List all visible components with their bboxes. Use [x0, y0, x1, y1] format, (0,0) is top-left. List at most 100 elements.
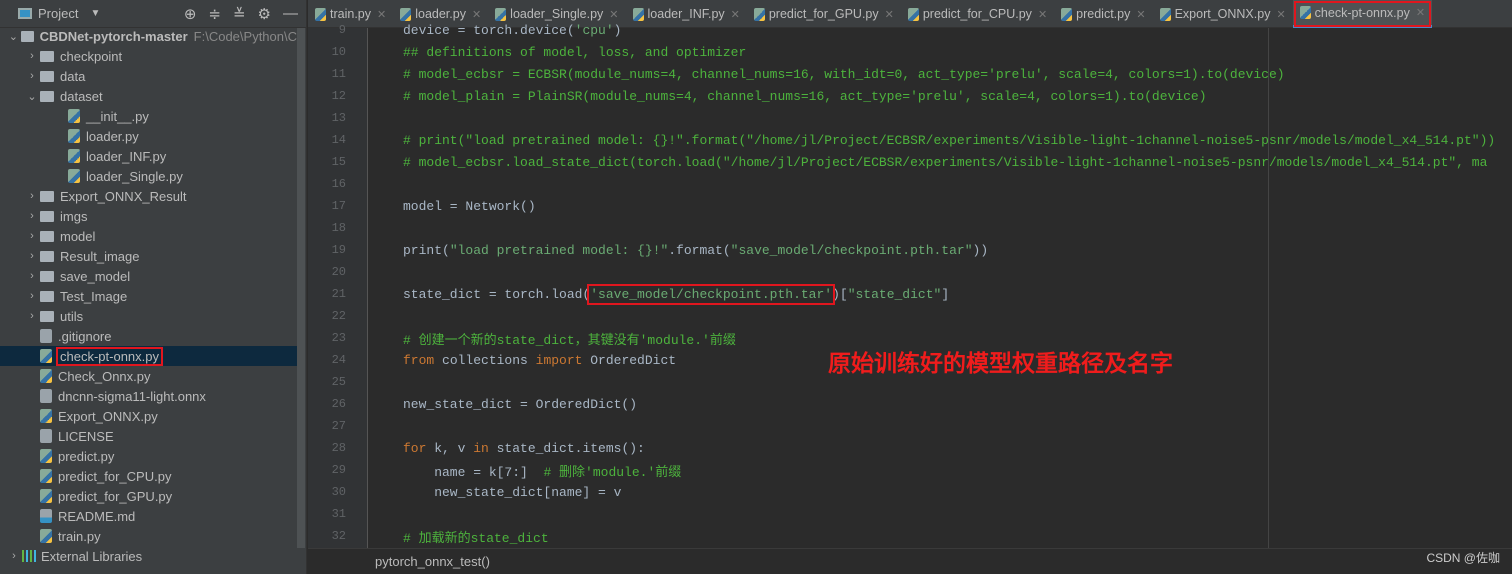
tree-item-label: __init__.py: [86, 108, 149, 124]
chevron-right-icon[interactable]: ›: [6, 550, 22, 562]
code-token: "state_dict": [847, 286, 942, 302]
code-text: # model_plain = PlainSR(module_nums=4, c…: [403, 89, 1207, 104]
folder-icon: [40, 190, 54, 202]
tree-item[interactable]: predict_for_CPU.py: [0, 466, 297, 486]
external-libraries[interactable]: › External Libraries: [0, 546, 297, 566]
tree-root[interactable]: ⌄ CBDNet-pytorch-master F:\Code\Python\C: [0, 26, 297, 46]
project-view-selector[interactable]: Project: [38, 6, 78, 21]
code-token: # 创建一个新的state_dict，其键没有'module.'前缀: [403, 332, 736, 348]
tree-item[interactable]: Export_ONNX.py: [0, 406, 297, 426]
chevron-down-icon[interactable]: ▼: [90, 8, 100, 19]
tree-item[interactable]: › data: [0, 66, 297, 86]
tree-item[interactable]: loader.py: [0, 126, 297, 146]
code-text: ## definitions of model, loss, and optim…: [403, 45, 746, 60]
locate-icon[interactable]: ⊕: [184, 5, 197, 23]
tree-item[interactable]: › imgs: [0, 206, 297, 226]
tree-item[interactable]: › utils: [0, 306, 297, 326]
tree-item[interactable]: › Result_image: [0, 246, 297, 266]
code-text: # 加载新的state_dict: [403, 527, 549, 546]
folder-icon: [20, 30, 34, 42]
code-line: 12 # model_plain = PlainSR(module_nums=4,…: [308, 85, 1512, 107]
minimize-icon[interactable]: —: [283, 5, 298, 23]
tree-item[interactable]: loader_INF.py: [0, 146, 297, 166]
code-token: ): [613, 22, 622, 38]
code-text: from collections import OrderedDict: [403, 353, 676, 368]
tree-item-label: predict.py: [58, 448, 115, 464]
line-number: 24: [331, 353, 346, 367]
code-line: 14 # print("load pretrained model: {}!".f…: [308, 129, 1512, 151]
folder-icon: [40, 70, 54, 82]
code-line: 10 ## definitions of model, loss, and opt…: [308, 41, 1512, 63]
project-root-name: CBDNet-pytorch-master: [39, 28, 188, 44]
chevron-right-icon[interactable]: ›: [24, 310, 40, 322]
chevron-right-icon[interactable]: ›: [24, 290, 40, 302]
folder-icon: [40, 250, 54, 262]
chevron-right-icon[interactable]: ›: [24, 270, 40, 282]
tree-item[interactable]: __init__.py: [0, 106, 297, 126]
sidebar-scrollbar[interactable]: [297, 28, 305, 548]
tree-item[interactable]: › model: [0, 226, 297, 246]
expand-all-icon[interactable]: ≑: [208, 5, 221, 23]
code-token: import: [535, 352, 583, 368]
code-text: # print("load pretrained model: {}!".for…: [403, 133, 1495, 148]
tree-item[interactable]: › Export_ONNX_Result: [0, 186, 297, 206]
code-line: 17 model = Network(): [308, 195, 1512, 217]
tree-item[interactable]: › Test_Image: [0, 286, 297, 306]
tree-item[interactable]: Check_Onnx.py: [0, 366, 297, 386]
code-text: # model_ecbsr.load_state_dict(torch.load…: [403, 155, 1487, 170]
close-icon[interactable]: ✕: [1416, 6, 1425, 19]
tree-item[interactable]: train.py: [0, 526, 297, 546]
chevron-right-icon[interactable]: ›: [24, 190, 40, 202]
breadcrumb-function[interactable]: pytorch_onnx_test(): [375, 554, 490, 569]
chevron-right-icon[interactable]: ›: [24, 70, 40, 82]
code-token: ## definitions of model, loss, and optim…: [403, 44, 747, 60]
folder-icon: [40, 230, 54, 242]
tree-item[interactable]: dncnn-sigma11-light.onnx: [0, 386, 297, 406]
tree-item[interactable]: › checkpoint: [0, 46, 297, 66]
tree-item-label: loader_Single.py: [86, 168, 183, 184]
code-token: # 加载新的state_dict: [403, 530, 549, 546]
chevron-down-icon[interactable]: ⌄: [6, 30, 21, 43]
file-icon: [40, 329, 52, 343]
code-line: 11 # model_ecbsr = ECBSR(module_nums=4, c…: [308, 63, 1512, 85]
chevron-right-icon[interactable]: ›: [24, 210, 40, 222]
code-token: # model_plain = PlainSR(module_nums=4, c…: [403, 88, 1207, 104]
project-view-icon: [18, 8, 32, 19]
watermark: CSDN @佐咖: [1426, 551, 1500, 565]
tree-item-label: check-pt-onnx.py: [56, 346, 163, 366]
tree-item[interactable]: README.md: [0, 506, 297, 526]
tree-item[interactable]: .gitignore: [0, 326, 297, 346]
tree-item[interactable]: loader_Single.py: [0, 166, 297, 186]
code-text: for k, v in state_dict.items():: [403, 441, 645, 456]
line-number: 29: [331, 463, 346, 477]
tree-item-label: imgs: [60, 208, 88, 224]
tree-item[interactable]: predict_for_GPU.py: [0, 486, 297, 506]
tree-item[interactable]: check-pt-onnx.py: [0, 346, 297, 366]
collapse-all-icon[interactable]: ≚: [233, 5, 246, 23]
chevron-right-icon[interactable]: ›: [24, 250, 40, 262]
code-editor[interactable]: 9 device = torch.device('cpu') 10 ## defini…: [308, 19, 1512, 548]
code-line: 16: [308, 173, 1512, 195]
tree-item-label: loader_INF.py: [86, 148, 167, 164]
line-number: 11: [331, 67, 346, 81]
tree-item[interactable]: ⌄ dataset: [0, 86, 297, 106]
tree-item[interactable]: › save_model: [0, 266, 297, 286]
line-number: 17: [331, 199, 346, 213]
tab-label: check-pt-onnx.py: [1314, 5, 1410, 20]
line-number: 25: [331, 375, 346, 389]
tree-item[interactable]: LICENSE: [0, 426, 297, 446]
folder-icon: [40, 290, 54, 302]
code-line: 19 print("load pretrained model: {}!".for…: [308, 239, 1512, 261]
tree-item-label: utils: [60, 308, 84, 324]
tree-item[interactable]: predict.py: [0, 446, 297, 466]
chevron-right-icon[interactable]: ›: [24, 50, 40, 62]
code-line: 18: [308, 217, 1512, 239]
chevron-right-icon[interactable]: ›: [24, 230, 40, 242]
gear-icon[interactable]: ⚙: [258, 5, 271, 23]
chevron-down-icon[interactable]: ⌄: [24, 90, 40, 103]
python-file-icon: [40, 469, 52, 483]
markdown-file-icon: [40, 509, 52, 523]
code-text: new_state_dict[name] = v: [403, 485, 621, 500]
python-file-icon: [40, 529, 52, 543]
python-file-icon: [40, 369, 52, 383]
